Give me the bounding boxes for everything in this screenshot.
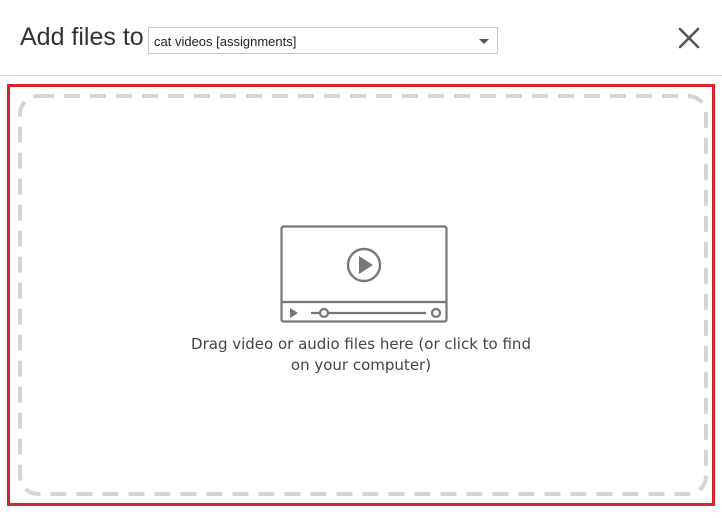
file-dropzone[interactable]: Drag video or audio files here (or click… [7,84,715,506]
dialog-header: Add files to cat videos [assignments] [0,0,722,76]
target-select-dropdown[interactable]: cat videos [assignments] [148,27,498,54]
add-files-dialog: Add files to cat videos [assignments] Dr… [0,0,722,518]
video-player-icon [280,225,448,323]
chevron-down-icon [479,39,489,44]
dropzone-instruction-line-2: on your computer) [290,356,432,374]
dialog-title: Add files to [20,23,144,51]
close-button[interactable] [672,22,706,56]
dropzone-instructions: Drag video or audio files here (or click… [10,334,712,376]
close-icon [678,27,700,49]
dropzone-instruction-line-1: Drag video or audio files here (or click… [191,335,531,353]
target-select-value: cat videos [assignments] [154,34,297,49]
